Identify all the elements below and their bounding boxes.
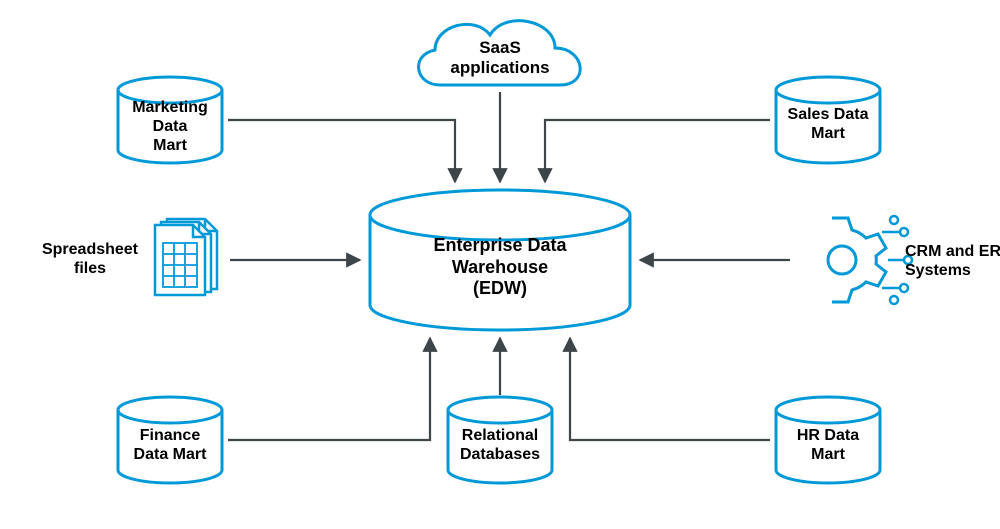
arrow-sales-to-edw [545,120,770,182]
arrow-marketing-to-edw [228,120,455,182]
relational-db-icon [448,397,552,483]
gear-icon [828,216,912,304]
finance-db-icon [118,397,222,483]
hr-db-icon [776,397,880,483]
edw-cylinder [370,190,630,330]
saas-cloud-icon [419,21,581,85]
diagram-canvas [0,0,1000,529]
sales-db-icon [776,77,880,163]
arrow-hr-to-edw [570,338,770,440]
spreadsheet-icon [155,219,217,295]
marketing-db-icon [118,77,222,163]
arrows [228,92,790,440]
arrow-finance-to-edw [228,338,430,440]
diagram-root: Enterprise Data Warehouse (EDW) SaaS app… [0,0,1000,529]
